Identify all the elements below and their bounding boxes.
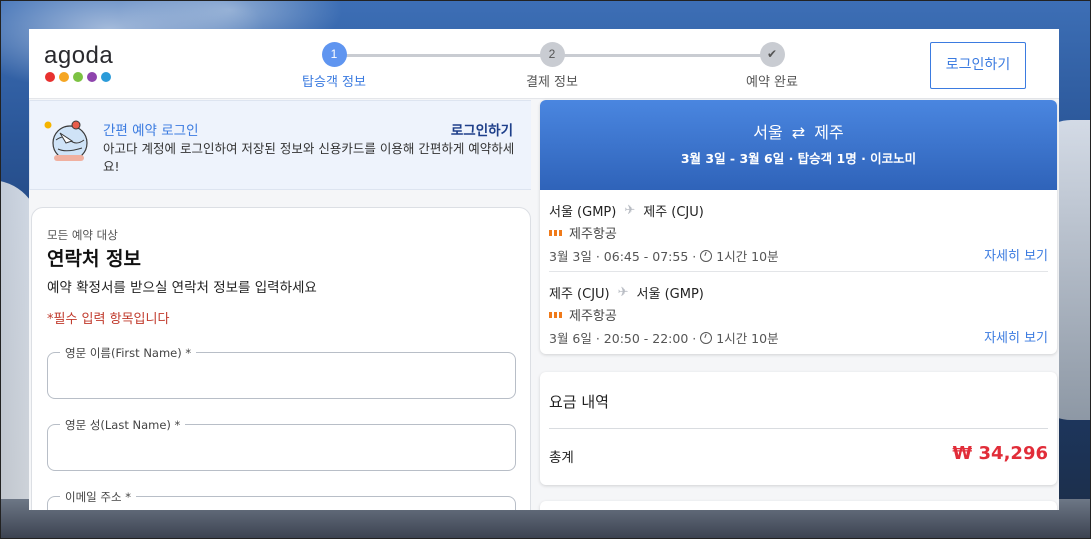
contact-info-card: 모든 예약 대상 연락처 정보 예약 확정서를 받으실 연락처 정보를 입력하세…	[31, 207, 531, 510]
quick-login-banner: 간편 예약 로그인 로그인하기 아고다 계정에 로그인하여 저장된 정보와 신용…	[29, 100, 531, 190]
round-trip-icon: ⇄	[791, 123, 806, 142]
flight-segment: 제주 (CJU) ✈ 서울 (GMP) 제주항공 3월 6일 · 20:50 -…	[549, 272, 1048, 354]
airline-name: 제주항공	[569, 309, 617, 324]
last-name-field[interactable]: 영문 성(Last Name) *	[47, 417, 516, 471]
divider	[549, 428, 1048, 429]
booking-stepper: 1 탑승객 정보 2 결제 정보 ✔ 예약 완료	[259, 42, 798, 92]
segment-duration: 1시간 10분	[716, 331, 779, 346]
route-origin: 서울	[753, 123, 783, 142]
clock-icon	[700, 249, 713, 262]
segment-airline: 제주항공	[549, 223, 617, 242]
flight-segment: 서울 (GMP) ✈ 제주 (CJU) 제주항공 3월 3일 · 06:45 -…	[549, 190, 1048, 272]
segment-origin: 제주 (CJU)	[549, 287, 610, 302]
flight-summary-header: 서울 ⇄ 제주 3월 3일 - 3월 6일 · 탑승객 1명 · 이코노미	[540, 100, 1057, 190]
trip-meta: 3월 3일 - 3월 6일 · 탑승객 1명 · 이코노미	[680, 151, 917, 166]
logo-dot	[101, 72, 111, 82]
total-price: ₩ 34,296	[952, 443, 1048, 464]
last-name-input[interactable]	[62, 439, 502, 461]
airline-logo-icon	[549, 229, 563, 236]
field-label: 영문 이름(First Name) *	[60, 345, 197, 361]
step-label: 탑승객 정보	[302, 75, 366, 90]
quick-login-description: 아고다 계정에 로그인하여 저장된 정보와 신용카드를 이용해 간편하게 예약하…	[103, 141, 515, 174]
contact-title: 연락처 정보	[47, 248, 142, 270]
airplane-icon: ✈	[624, 203, 636, 218]
step-number: 1	[321, 42, 347, 67]
field-label: 이메일 주소 *	[60, 489, 136, 505]
logo-dot	[45, 72, 55, 82]
first-name-field[interactable]: 영문 이름(First Name) *	[47, 345, 516, 399]
segment-route: 서울 (GMP) ✈ 제주 (CJU)	[549, 201, 704, 220]
segment-destination: 제주 (CJU)	[643, 205, 704, 220]
first-name-input[interactable]	[62, 367, 502, 389]
route-destination: 제주	[814, 123, 844, 142]
quick-login-title: 간편 예약 로그인	[103, 123, 199, 139]
segment-airline: 제주항공	[549, 305, 617, 324]
segment-details-link[interactable]: 자세히 보기	[984, 245, 1048, 264]
route-title: 서울 ⇄ 제주	[540, 123, 1057, 143]
booking-page: agoda 1 탑승객 정보 2 결제 정보 ✔ 예약 완료 로그인하기 간편 …	[29, 29, 1059, 510]
step-number: 2	[539, 42, 565, 67]
airline-name: 제주항공	[569, 227, 617, 242]
logo-dots	[45, 72, 113, 82]
required-note: *필수 입력 항목입니다	[47, 312, 170, 327]
logo-dot	[59, 72, 69, 82]
total-label: 총계	[549, 450, 574, 466]
email-field[interactable]: 이메일 주소 *	[47, 489, 516, 510]
price-breakdown-card: 요금 내역 총계 ₩ 34,296	[540, 372, 1057, 485]
quick-login-link[interactable]: 로그인하기	[451, 119, 513, 139]
contact-eyebrow: 모든 예약 대상	[47, 228, 118, 242]
step-booking-complete: ✔ 예약 완료	[702, 42, 842, 90]
next-section-card	[540, 501, 1057, 510]
logo-wordmark: agoda	[44, 42, 114, 69]
segment-route: 제주 (CJU) ✈ 서울 (GMP)	[549, 283, 704, 302]
segment-schedule: 3월 6일 · 20:50 - 22:00 ·	[549, 331, 697, 346]
flight-summary-card: 서울 ⇄ 제주 3월 3일 - 3월 6일 · 탑승객 1명 · 이코노미 서울…	[540, 100, 1057, 354]
contact-subtitle: 예약 확정서를 받으실 연락처 정보를 입력하세요	[47, 280, 317, 296]
segment-origin: 서울 (GMP)	[549, 205, 617, 220]
segment-time: 3월 6일 · 20:50 - 22:00 · 1시간 10분	[549, 328, 779, 347]
logo-dot	[73, 72, 83, 82]
step-payment-info: 2 결제 정보	[482, 42, 622, 90]
segment-schedule: 3월 3일 · 06:45 - 07:55 ·	[549, 249, 697, 264]
airline-logo-icon	[549, 311, 563, 318]
segment-details-link[interactable]: 자세히 보기	[984, 327, 1048, 346]
field-label: 영문 성(Last Name) *	[60, 417, 186, 433]
top-header: agoda 1 탑승객 정보 2 결제 정보 ✔ 예약 완료 로그인하기	[29, 29, 1059, 99]
clock-icon	[700, 331, 713, 344]
price-title: 요금 내역	[549, 393, 609, 411]
checkmark-icon: ✔	[759, 42, 785, 67]
globe-travel-icon	[44, 120, 88, 161]
airplane-icon: ✈	[617, 285, 629, 300]
step-label: 결제 정보	[526, 75, 578, 90]
segment-destination: 서울 (GMP)	[636, 287, 704, 302]
step-label: 예약 완료	[746, 75, 798, 90]
segment-duration: 1시간 10분	[716, 249, 779, 264]
segment-time: 3월 3일 · 06:45 - 07:55 · 1시간 10분	[549, 246, 779, 265]
logo-dot	[87, 72, 97, 82]
login-button[interactable]: 로그인하기	[930, 42, 1026, 89]
agoda-logo[interactable]: agoda	[44, 43, 113, 82]
step-passenger-info: 1 탑승객 정보	[264, 42, 404, 90]
